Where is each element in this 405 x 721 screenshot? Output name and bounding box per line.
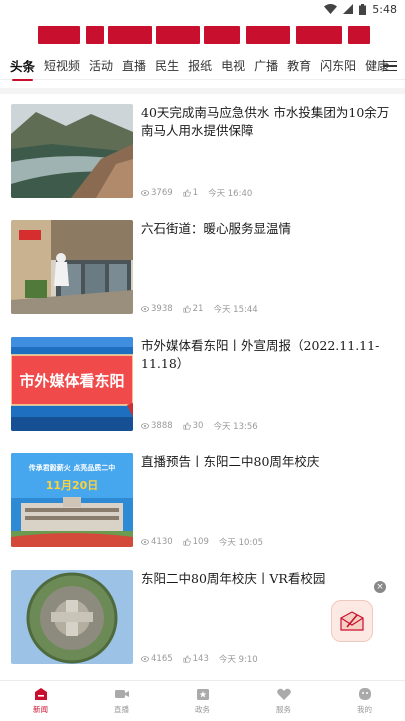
tab-education[interactable]: 教育 xyxy=(287,57,311,74)
like-count: 21 xyxy=(192,304,204,314)
news-title[interactable]: 40天完成南马应急供水 市水投集团为10余万南马人用水提供保障 xyxy=(141,104,396,140)
news-thumbnail: 传承君毅薪火 点亮品质二中 11月20日 xyxy=(11,453,133,547)
thumbs-up-icon xyxy=(183,305,191,313)
news-meta: 3888 30 今天 13:56 xyxy=(141,420,268,432)
nav-mine[interactable]: 我的 xyxy=(324,681,405,721)
publish-time: 今天 13:56 xyxy=(213,422,258,432)
government-icon xyxy=(196,689,209,700)
like-count: 143 xyxy=(192,654,209,664)
tab-tv[interactable]: 电视 xyxy=(221,57,245,74)
wifi-icon xyxy=(324,4,338,14)
nav-government[interactable]: 政务 xyxy=(162,681,243,721)
compose-float-button[interactable] xyxy=(331,600,373,642)
tab-flash-dongyang[interactable]: 闪东阳 xyxy=(320,57,356,74)
divider xyxy=(0,88,405,94)
nav-label: 新闻 xyxy=(33,705,48,714)
tab-newspaper[interactable]: 报纸 xyxy=(188,57,212,74)
profile-icon xyxy=(358,688,371,700)
like-count: 30 xyxy=(192,421,204,431)
publish-time: 今天 9:10 xyxy=(218,655,258,665)
tab-radio[interactable]: 广播 xyxy=(254,57,278,74)
news-title[interactable]: 市外媒体看东阳丨外宣周报（2022.11.11-11.18） xyxy=(141,337,396,373)
tab-activity[interactable]: 活动 xyxy=(89,57,113,74)
thumbs-up-icon xyxy=(183,655,191,663)
tab-headlines[interactable]: 头条 xyxy=(10,56,35,81)
news-title[interactable]: 六石街道：暖心服务显温情 xyxy=(141,220,396,238)
news-thumbnail xyxy=(11,104,133,198)
news-title[interactable]: 东阳二中80周年校庆丨VR看校园 xyxy=(141,570,396,588)
nav-live[interactable]: 直播 xyxy=(81,681,162,721)
news-item[interactable]: 六石街道：暖心服务显温情 3938 21 今天 15:44 xyxy=(0,220,405,336)
header-banner xyxy=(0,26,405,46)
news-item[interactable]: 传承君毅薪火 点亮品质二中 11月20日 直播预告丨东阳二中80周年校庆 413… xyxy=(0,453,405,569)
news-item[interactable]: 市外媒体看东阳 市外媒体看东阳丨外宣周报（2022.11.11-11.18） 3… xyxy=(0,337,405,453)
publish-time: 今天 10:05 xyxy=(218,538,264,548)
view-count: 3888 xyxy=(151,421,173,431)
news-meta: 4130 109 今天 10:05 xyxy=(141,536,273,548)
like-count: 109 xyxy=(192,537,209,547)
eye-icon xyxy=(141,306,149,312)
thumbs-up-icon xyxy=(183,538,191,546)
news-title[interactable]: 直播预告丨东阳二中80周年校庆 xyxy=(141,453,396,471)
nav-news[interactable]: 新闻 xyxy=(0,681,81,721)
nav-label: 服务 xyxy=(276,705,291,714)
news-thumbnail xyxy=(11,220,133,314)
status-bar: 5:48 xyxy=(0,0,405,18)
news-home-icon xyxy=(34,688,47,700)
publish-time: 今天 16:40 xyxy=(208,189,253,199)
status-time: 5:48 xyxy=(372,2,397,16)
thumbs-up-icon xyxy=(183,189,191,197)
channel-tabs: 头条 短视频 活动 直播 民生 报纸 电视 广播 教育 闪东阳 健康 xyxy=(0,52,405,81)
tab-short-video[interactable]: 短视频 xyxy=(44,57,80,74)
heart-service-icon xyxy=(276,688,291,700)
tab-live[interactable]: 直播 xyxy=(122,57,146,74)
nav-label: 政务 xyxy=(195,705,210,714)
news-item[interactable]: 40天完成南马应急供水 市水投集团为10余万南马人用水提供保障 3769 1 今… xyxy=(0,104,405,220)
eye-icon xyxy=(141,656,149,662)
thumbs-up-icon xyxy=(183,422,191,430)
thumbnail-caption-top: 传承君毅薪火 点亮品质二中 xyxy=(28,463,115,472)
thumbnail-caption: 市外媒体看东阳 xyxy=(19,372,124,390)
publish-time: 今天 15:44 xyxy=(213,305,258,315)
tab-livelihood[interactable]: 民生 xyxy=(155,57,179,74)
signal-icon xyxy=(343,4,354,14)
nav-label: 我的 xyxy=(357,705,372,714)
thumbnail-caption-date: 11月20日 xyxy=(46,479,99,492)
like-count: 1 xyxy=(192,188,199,198)
envelope-pen-icon xyxy=(340,611,364,631)
eye-icon xyxy=(141,423,149,429)
nav-label: 直播 xyxy=(114,705,129,714)
news-thumbnail: 市外媒体看东阳 xyxy=(11,337,133,431)
news-meta: 3769 1 今天 16:40 xyxy=(141,187,262,199)
bottom-navigation: 新闻 直播 政务 服务 我的 xyxy=(0,680,405,721)
view-count: 4130 xyxy=(151,537,173,547)
view-count: 4165 xyxy=(151,654,173,664)
eye-icon xyxy=(141,539,149,545)
view-count: 3938 xyxy=(151,304,173,314)
news-thumbnail xyxy=(11,570,133,664)
news-meta: 4165 143 今天 9:10 xyxy=(141,653,268,665)
close-float-icon[interactable]: × xyxy=(374,581,386,593)
battery-icon xyxy=(359,3,367,15)
nav-service[interactable]: 服务 xyxy=(243,681,324,721)
channel-menu-icon[interactable] xyxy=(383,57,397,75)
eye-icon xyxy=(141,190,149,196)
view-count: 3769 xyxy=(151,188,173,198)
news-meta: 3938 21 今天 15:44 xyxy=(141,303,268,315)
video-camera-icon xyxy=(114,690,129,698)
